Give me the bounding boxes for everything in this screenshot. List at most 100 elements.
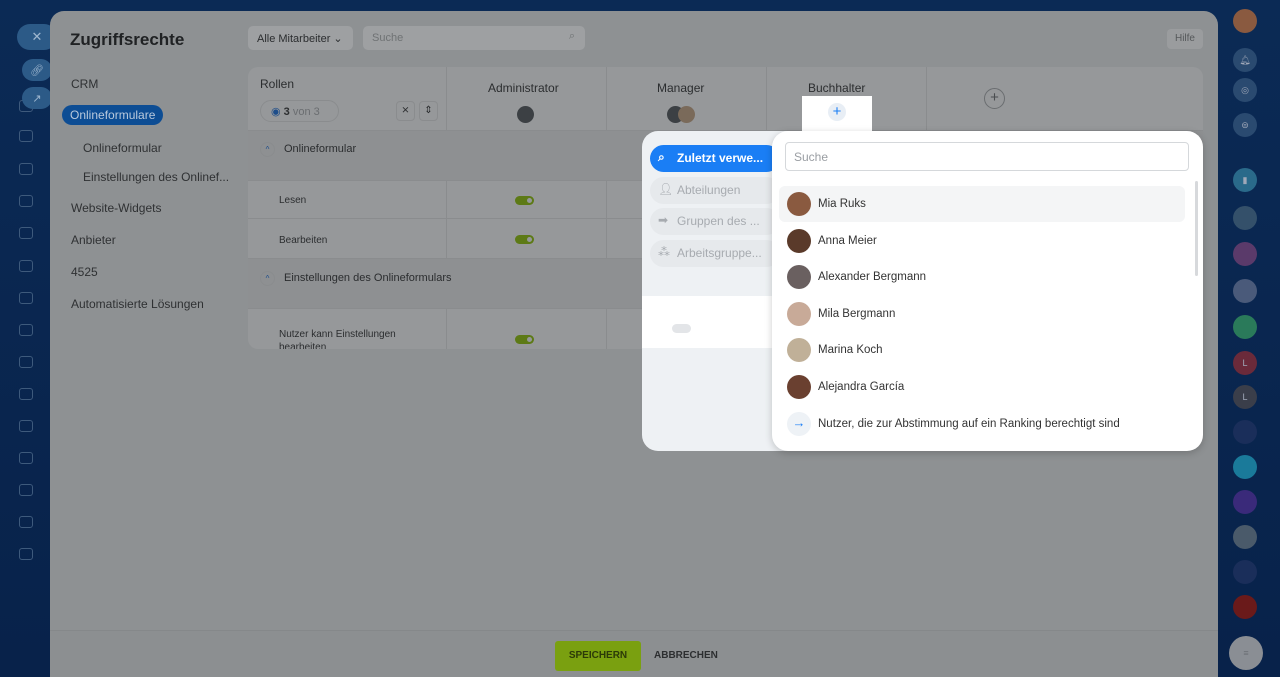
user-name: Marina Koch: [818, 344, 883, 356]
user-item[interactable]: Alejandra García: [779, 369, 1185, 405]
ranking-users-item[interactable]: → Nutzer, die zur Abstimmung auf ein Rank…: [779, 406, 1185, 442]
store-icon[interactable]: [19, 484, 33, 496]
avatar: [787, 302, 811, 326]
category-label: Abteilungen: [677, 183, 741, 197]
settings-icon[interactable]: [19, 356, 33, 368]
avatar: [787, 192, 811, 216]
user-item[interactable]: Mia Ruks: [779, 186, 1185, 222]
group-title: Einstellungen des Onlineformulars: [284, 272, 452, 284]
chat-avatar[interactable]: [1233, 279, 1257, 303]
user-item[interactable]: Alexander Bergmann: [779, 259, 1185, 295]
chat-avatar[interactable]: [1233, 420, 1257, 444]
entity-selector-popup: Suche Mia Ruks Anna Meier Alexander Berg…: [772, 131, 1203, 451]
sidebar-item-anbieter[interactable]: Anbieter: [71, 233, 116, 247]
arrow-right-icon: →: [787, 412, 811, 436]
category-departments[interactable]: 👤︎ Abteilungen: [650, 177, 780, 204]
sidebar-item-onlineformular[interactable]: Onlineformular: [83, 141, 162, 155]
people-icon: 👤︎: [658, 182, 674, 196]
tasks-icon[interactable]: [19, 227, 33, 239]
search-placeholder: Suche: [372, 32, 404, 44]
entity-category-list: ⌕ Zuletzt verwe... 👤︎ Abteilungen ➡ Gruppen…: [642, 131, 792, 451]
toggle-administrator[interactable]: [515, 235, 534, 244]
category-workgroups[interactable]: ⁂ Arbeitsgruppe...: [650, 240, 780, 267]
category-groups[interactable]: ➡ Gruppen des ...: [650, 208, 780, 235]
category-label: Arbeitsgruppe...: [677, 246, 762, 260]
avatar: [787, 338, 811, 362]
expand-all-button[interactable]: ⇕: [419, 101, 438, 121]
help-button[interactable]: Hilfe: [1167, 29, 1203, 49]
collapse-all-button[interactable]: ⨯: [396, 101, 415, 121]
user-name: Mila Bergmann: [818, 308, 896, 320]
save-button[interactable]: SPEICHERN: [555, 641, 641, 671]
shop-icon[interactable]: [19, 452, 33, 464]
document-icon[interactable]: [19, 195, 33, 207]
left-app-sidebar: ✕ 🔗︎ ↗: [0, 0, 57, 677]
bell-icon[interactable]: 🔔︎: [1233, 48, 1257, 72]
chat-avatar[interactable]: [1233, 455, 1257, 479]
avatar: [787, 375, 811, 399]
user-item[interactable]: Anna Meier: [779, 223, 1185, 259]
employee-filter-dropdown[interactable]: Alle Mitarbeiter ⌄: [248, 26, 353, 50]
chat-avatar[interactable]: [1233, 490, 1257, 514]
toggle-administrator[interactable]: [515, 196, 534, 205]
buchhalter-add-cell: +: [802, 96, 872, 132]
category-recent[interactable]: ⌕ Zuletzt verwe...: [650, 145, 780, 172]
chat-avatar[interactable]: [1233, 525, 1257, 549]
sites-icon[interactable]: [19, 388, 33, 400]
sidebar-item-4525[interactable]: 4525: [71, 265, 98, 279]
add-role-button[interactable]: +: [984, 88, 1005, 109]
menu-icon[interactable]: ≡: [1229, 636, 1263, 670]
contacts-icon[interactable]: [19, 324, 33, 336]
chat-avatar[interactable]: L: [1233, 385, 1257, 409]
add-member-button[interactable]: +: [828, 103, 846, 121]
chat-avatar[interactable]: [1233, 242, 1257, 266]
sidebar-item-onlineformulare[interactable]: Onlineformulare: [62, 105, 164, 125]
sidebar-item-einstellungen[interactable]: Einstellungen des Onlinef...: [83, 170, 229, 184]
link-label: Nutzer, die zur Abstimmung auf ein Ranki…: [818, 418, 1120, 430]
chat-avatar[interactable]: [1233, 206, 1257, 230]
calendar-icon[interactable]: [19, 163, 33, 175]
column-administrator[interactable]: Administrator: [488, 81, 559, 95]
sidebar-item-website-widgets[interactable]: Website-Widgets: [71, 201, 161, 215]
collapse-icon[interactable]: ^: [260, 271, 275, 286]
user-item[interactable]: Mila Bergmann: [779, 296, 1185, 332]
search-icon: ⌕: [658, 150, 665, 164]
roles-header: Rollen: [260, 77, 295, 91]
scrollbar[interactable]: [1195, 181, 1198, 276]
toggle-manager[interactable]: [672, 324, 691, 333]
toggle-administrator[interactable]: [515, 335, 534, 344]
eye-icon: ◉: [271, 106, 281, 118]
sidebar-item-automatisierte-loesungen[interactable]: Automatisierte Lösungen: [71, 297, 204, 311]
page-title: Zugriffsrechte: [70, 30, 185, 49]
popup-search-input[interactable]: Suche: [785, 142, 1189, 171]
user-item[interactable]: Marina Koch: [779, 332, 1185, 368]
chat-avatar[interactable]: L: [1233, 351, 1257, 375]
collapse-icon[interactable]: ^: [260, 142, 275, 157]
column-manager[interactable]: Manager: [657, 81, 704, 95]
chat-avatar[interactable]: [1233, 595, 1257, 619]
visible-roles-selector[interactable]: ◉ 3 von 3: [260, 100, 339, 122]
chat-avatar[interactable]: [1233, 315, 1257, 339]
mail-icon[interactable]: [19, 292, 33, 304]
column-buchhalter[interactable]: Buchhalter: [808, 81, 865, 95]
chat-icon[interactable]: [19, 130, 33, 142]
category-label: Zuletzt verwe...: [677, 151, 764, 165]
permission-label: Bearbeiten: [279, 235, 328, 246]
footer-bar: SPEICHERN ABBRECHEN: [50, 630, 1218, 677]
user-avatar[interactable]: [1233, 9, 1257, 33]
messenger-icon[interactable]: ⊜: [1233, 113, 1257, 137]
search-input[interactable]: Suche ⌕: [363, 26, 585, 50]
automation-icon[interactable]: [19, 548, 33, 560]
category-label: Gruppen des ...: [677, 214, 760, 228]
copilot-icon[interactable]: ◎: [1233, 78, 1257, 102]
bookmark-icon[interactable]: ▮: [1233, 168, 1257, 192]
sidebar-item-crm[interactable]: CRM: [71, 77, 98, 91]
table-row-preview: [642, 296, 772, 348]
open-external-icon[interactable]: ↗: [22, 87, 52, 109]
sign-icon[interactable]: [19, 516, 33, 528]
chat-avatar[interactable]: [1233, 560, 1257, 584]
link-icon[interactable]: 🔗︎: [22, 59, 52, 81]
filter-icon[interactable]: [19, 420, 33, 432]
cancel-button[interactable]: ABBRECHEN: [654, 641, 718, 671]
crm-icon[interactable]: [19, 260, 33, 272]
